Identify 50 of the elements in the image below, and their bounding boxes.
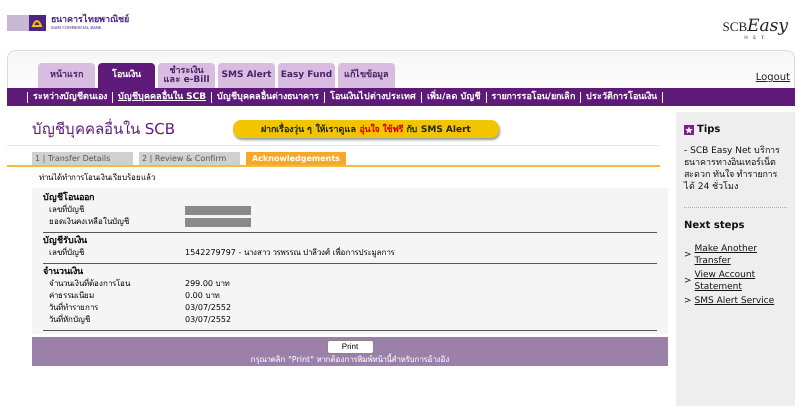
sub-navigation-link[interactable]: รายการรอโอน/ยกเลิก	[486, 92, 580, 102]
star-icon	[684, 124, 694, 134]
bank-name: ธนาคารไทยพาณิชย์	[51, 16, 129, 25]
tips-text: - SCB Easy Net บริการธนาคารทางอินเทอร์เน็ต สะดวก ทันใจ ทำรายการได้ 24 ชั่วโมง	[684, 145, 787, 208]
redaction-bar	[185, 206, 251, 214]
sub-navigation-link[interactable]: บัญชีบุคคลอื่นต่างธนาคาร	[211, 92, 324, 102]
brand-name: SCB	[722, 19, 748, 34]
print-note: กรุณาคลิก "Print" หากต้องการพิมพ์หน้านี้สำหรับการอ้างอิง	[250, 354, 450, 365]
sub-navigation-link[interactable]: ระหว่างบัญชีตนเอง	[27, 92, 112, 102]
redaction-bar	[185, 218, 251, 226]
page-title: บัญชีบุคคลอื่นใน SCB	[32, 118, 176, 140]
field-label: วันที่หักบัญชี	[49, 314, 91, 326]
field-value: 0.00 บาท	[185, 290, 220, 302]
field-label: วันที่ทำรายการ	[49, 302, 99, 314]
field-value: 03/07/2552	[185, 302, 232, 314]
field-label: ยอดเงินคงเหลือในบัญชี	[49, 216, 130, 228]
success-message: ท่านได้ทำการโอนเงินเรียบร้อยแล้ว	[38, 172, 156, 184]
next-step-link[interactable]: Make Another Transfer	[694, 243, 787, 267]
field-value: 1542279797 - นางสาว วรพรรณ ปาลีวงศ์ เพื่อการประมูลการ	[185, 247, 394, 259]
field-label: เลขที่บัญชี	[49, 247, 85, 259]
nav-tab[interactable]: แก้ไขข้อมูล	[338, 63, 395, 88]
nav-tab[interactable]: Easy Fund	[278, 63, 335, 88]
field-label: เลขที่บัญชี	[49, 204, 85, 216]
section-heading: บัญชีโอนออก	[43, 192, 95, 204]
print-button[interactable]: Print	[326, 340, 374, 354]
sub-navigation-link[interactable]: บัญชีบุคคลอื่นใน SCB	[112, 92, 212, 102]
logout-link[interactable]: Logout	[756, 72, 790, 83]
brand-script: Easy	[747, 16, 788, 36]
bank-logo-icon	[7, 14, 47, 32]
sub-navigation-link[interactable]: โอนเงินไปต่างประเทศ	[324, 92, 422, 102]
nav-tab[interactable]: ชำระเงิน และ e-Bill	[158, 63, 215, 88]
nav-tab[interactable]: โอนเงิน	[98, 63, 155, 88]
sub-navigation-link[interactable]: ประวัติการโอนเงิน	[580, 92, 663, 102]
next-steps-heading: Next steps	[684, 220, 746, 231]
nav-tab[interactable]: หน้าแรก	[38, 63, 95, 88]
section-heading: จำนวนเงิน	[43, 266, 84, 278]
next-step-link[interactable]: SMS Alert Service	[694, 295, 774, 307]
nav-tab[interactable]: SMS Alert	[218, 63, 275, 88]
chevron-marker: >	[684, 295, 692, 307]
field-value: 03/07/2552	[185, 314, 232, 326]
tips-heading: Tips	[697, 124, 720, 135]
promo-banner[interactable]: ฝากเรื่องวุ่น ๆ ให้เราดูแล อุ่นใจ ใช้ฟรี กับ SMS Alert	[233, 120, 499, 138]
sub-navigation-link[interactable]: เพิ่ม/ลด บัญชี	[421, 92, 486, 102]
field-label: จำนวนเงินที่ต้องการโอน	[49, 278, 132, 290]
field-label: ค่าธรรมเนียม	[49, 290, 95, 302]
chevron-marker: >	[684, 275, 692, 287]
section-heading: บัญชีรับเงิน	[43, 235, 88, 247]
chevron-marker: >	[684, 249, 692, 261]
field-value: 299.00 บาท	[185, 278, 230, 290]
next-step-link[interactable]: View Account Statement	[694, 269, 787, 293]
